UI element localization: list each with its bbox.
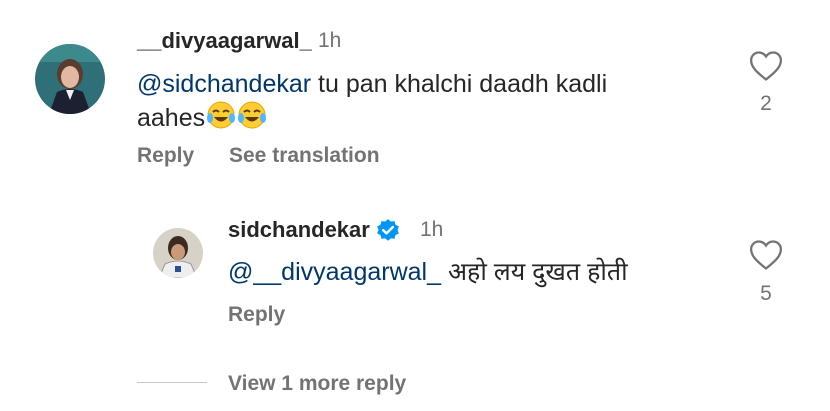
like-count: 5: [760, 282, 772, 305]
reply-timestamp: 1h: [420, 218, 444, 241]
reply-username[interactable]: sidchandekar: [228, 217, 370, 243]
avatar-sidchandekar-image: [153, 228, 203, 278]
comment-timestamp: 1h: [318, 29, 342, 52]
reply-text: अहो लय दुखत होती: [441, 258, 628, 286]
verified-badge-icon: [375, 218, 401, 249]
reply-button[interactable]: Reply: [228, 303, 285, 327]
like-heart-icon[interactable]: [749, 50, 783, 87]
reply-body: @__divyaagarwal_ अहो लय दुखत होती: [228, 256, 728, 288]
tears-of-joy-emoji: [206, 100, 236, 138]
mention-link[interactable]: @sidchandekar: [137, 70, 311, 98]
avatar-divyaagarwal-image: [35, 44, 105, 114]
mention-link[interactable]: @__divyaagarwal_: [228, 258, 441, 286]
avatar-divyaagarwal[interactable]: [35, 44, 105, 114]
see-translation-button[interactable]: See translation: [229, 144, 380, 168]
comment-text-line2: aahes: [137, 104, 206, 132]
comment-username[interactable]: __divyaagarwal_: [137, 28, 312, 54]
avatar-sidchandekar[interactable]: [153, 228, 203, 278]
reply-button[interactable]: Reply: [137, 144, 194, 168]
like-count: 2: [760, 92, 772, 115]
comment-body: @sidchandekar tu pan khalchi daadh kadli…: [137, 68, 697, 138]
comment-text: tu pan khalchi daadh kadli: [311, 70, 608, 98]
replies-divider: [137, 382, 207, 383]
tears-of-joy-emoji: [237, 100, 267, 138]
like-heart-icon[interactable]: [749, 239, 783, 276]
view-more-replies-button[interactable]: View 1 more reply: [228, 372, 406, 396]
